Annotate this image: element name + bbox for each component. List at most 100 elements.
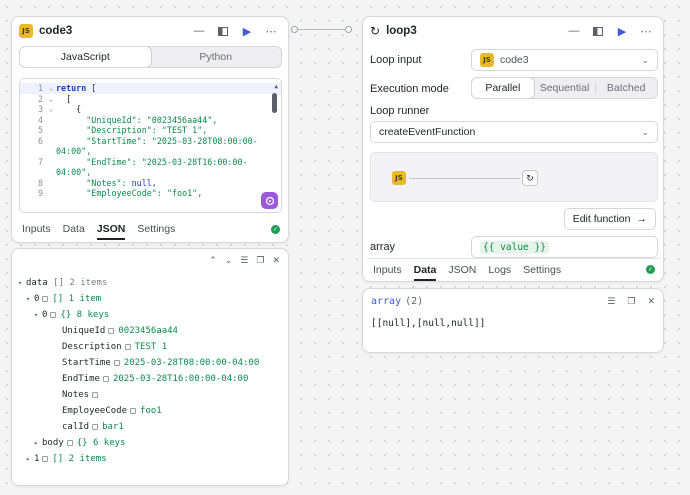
code-lines[interactable]: 1 ⌄ return [2 ⌄ [3 ⌄ {4 "UniqueId": "0023456… [20,79,281,199]
scroll-up-arrow[interactable]: ▲ [274,83,278,90]
close-icon[interactable]: ✕ [647,296,655,307]
filter-icon[interactable]: ☰ [607,296,615,307]
tree-row[interactable]: ▾ data [] 2 items [18,275,288,291]
copy-icon[interactable]: ❐ [256,255,264,266]
tree-row[interactable]: calId bar1 [18,419,288,435]
copy-icon[interactable] [42,455,49,462]
layout-toggle-icon[interactable] [589,22,607,40]
run-icon[interactable]: ▶ [613,22,631,40]
tree-row[interactable]: ▸ body {} 6 keys [18,435,288,451]
code-key: "StartTime": [56,135,152,146]
code-line[interactable]: 8 "Notes": null, [20,178,281,189]
execution-mode-toggle[interactable]: Parallel Sequential Batched [471,77,658,99]
copy-icon[interactable] [92,423,99,430]
loop-runner-select[interactable]: createEventFunction ⌄ [370,121,658,143]
filter-icon[interactable]: ☰ [240,255,248,266]
mode-sequential[interactable]: Sequential [534,78,596,98]
copy-icon[interactable] [92,391,99,398]
caret-right-icon[interactable]: ▸ [26,451,34,467]
tree-row[interactable]: ▸ 1 [] 2 items [18,451,288,467]
code-node[interactable]: JS code3 — ▶ ⋯ JavaScript Python 1 ⌄ retur… [11,16,289,243]
tree-row[interactable]: UniqueId 0023456aa44 [18,323,288,339]
code-node-tabs[interactable]: Inputs Data JSON Settings ✓ [16,218,286,240]
tab-data[interactable]: Data [63,218,85,240]
tab-inputs[interactable]: Inputs [373,259,402,281]
tab-json[interactable]: JSON [96,218,125,240]
tree-row[interactable]: EndTime 2025-03-28T16:00:00-04:00 [18,371,288,387]
loop-node-tabs[interactable]: Inputs Data JSON Logs Settings ✓ [367,258,661,281]
tab-json[interactable]: JSON [448,259,476,281]
close-icon[interactable]: ✕ [272,255,280,266]
mode-parallel[interactable]: Parallel [472,78,534,98]
loop-node[interactable]: ↻ loop3 — ▶ ⋯ Loop input JS code3 ⌄ Exec… [362,16,664,282]
copy-icon[interactable] [102,375,109,382]
mode-batched[interactable]: Batched [595,78,657,98]
caret-down-icon[interactable]: ▾ [34,307,42,323]
tab-settings[interactable]: Settings [523,259,561,281]
minimize-icon[interactable]: — [190,22,208,40]
code-line[interactable]: 3 ⌄ { [20,104,281,115]
more-icon[interactable]: ⋯ [262,22,280,40]
assistant-icon[interactable] [261,192,278,209]
code-line[interactable]: 4 "UniqueId": "0023456aa44", [20,115,281,126]
minimize-icon[interactable]: — [565,22,583,40]
fold-icon[interactable]: ⌄ [46,83,56,94]
code-line[interactable]: 7 "EndTime": "2025-03-28T16:00:00- [20,157,281,168]
code-node-header[interactable]: JS code3 — ▶ ⋯ [12,17,288,45]
array-panel[interactable]: array (2) ☰ ❐ ✕ [[null],[null,null]] [362,288,664,353]
tab-javascript[interactable]: JavaScript [20,47,151,67]
tree-row[interactable]: StartTime 2025-03-28T08:00:00-04:00 [18,355,288,371]
tab-settings[interactable]: Settings [137,218,175,240]
tree-row[interactable]: Description TEST 1 [18,339,288,355]
copy-icon[interactable] [50,311,57,318]
caret-down-icon[interactable]: ▾ [18,275,26,291]
code-line[interactable]: 6 "StartTime": "2025-03-28T08:00:00- [20,136,281,147]
more-icon[interactable]: ⋯ [637,22,655,40]
loop-node-header[interactable]: ↻ loop3 — ▶ ⋯ [363,17,663,45]
tree-row[interactable]: ▾ 0 {} 8 keys [18,307,288,323]
expand-down-icon[interactable]: ⌄ [225,255,233,266]
language-toggle[interactable]: JavaScript Python [19,46,282,68]
output-port[interactable] [291,26,298,33]
tab-inputs[interactable]: Inputs [22,218,51,240]
tree-row[interactable]: Notes [18,387,288,403]
editor-scrollbar[interactable] [272,93,277,113]
fold-icon [46,157,56,168]
copy-icon[interactable] [130,407,137,414]
run-icon[interactable]: ▶ [238,22,256,40]
tree-row[interactable]: EmployeeCode foo1 [18,403,288,419]
code-editor[interactable]: 1 ⌄ return [2 ⌄ [3 ⌄ {4 "UniqueId": "0023456… [19,78,282,213]
input-port[interactable] [345,26,352,33]
tree-value: 0023456aa44 [118,326,178,336]
loop-input-select[interactable]: JS code3 ⌄ [471,49,658,71]
code-line[interactable]: 1 ⌄ return [ [20,83,281,94]
copy-icon[interactable] [42,295,49,302]
copy-icon[interactable] [66,439,73,446]
fold-icon [46,167,56,178]
json-tree[interactable]: ▾ data [] 2 items ▾ 0[] 1 item ▾ 0{} 8 keys Un… [12,271,288,467]
code-line[interactable]: 04:00", [20,146,281,157]
layout-toggle-icon[interactable] [214,22,232,40]
code-line[interactable]: 04:00", [20,167,281,178]
copy-icon[interactable] [108,327,115,334]
code-line[interactable]: 2 ⌄ [ [20,94,281,105]
json-panel[interactable]: ⌃ ⌄ ☰ ❐ ✕ ▾ data [] 2 items ▾ 0[] 1 item ▾ 0{… [11,248,289,486]
caret-down-icon[interactable]: ▾ [26,291,34,307]
copy-icon[interactable] [113,359,120,366]
edit-function-button[interactable]: Edit function → [563,208,656,230]
array-input[interactable]: {{ value }} [471,236,658,258]
tab-python[interactable]: Python [151,47,282,67]
copy-icon[interactable]: ❐ [627,296,635,307]
tab-logs[interactable]: Logs [488,259,511,281]
code-line[interactable]: 9 "EmployeeCode": "foo1", [20,188,281,199]
tree-row[interactable]: ▾ 0 [] 1 item [18,291,288,307]
fold-icon[interactable]: ⌄ [46,94,56,105]
code-text: return [ [56,83,97,93]
collapse-up-icon[interactable]: ⌃ [209,255,217,266]
tab-data[interactable]: Data [413,259,436,281]
caret-right-icon[interactable]: ▸ [34,435,42,451]
fold-icon[interactable]: ⌄ [46,104,56,115]
copy-icon[interactable] [124,343,131,350]
code-line[interactable]: 5 "Description": "TEST 1", [20,125,281,136]
code-text: "EndTime": "2025-03-28T16:00:00- [56,157,247,168]
